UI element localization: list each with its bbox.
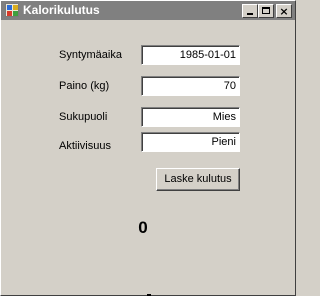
birthdate-field[interactable]	[141, 45, 240, 65]
activity-label: Aktiivisuus	[59, 140, 111, 152]
gender-label: Sukupuoli	[59, 111, 108, 123]
window-title: Kalorikulutus	[23, 3, 100, 17]
maximize-icon	[262, 7, 270, 14]
birthdate-label: Syntymäaika	[59, 49, 122, 61]
close-icon: ×	[279, 5, 289, 18]
weight-field[interactable]	[141, 76, 240, 96]
close-button[interactable]: ×	[276, 4, 292, 18]
gender-field[interactable]	[141, 107, 240, 127]
minimize-button[interactable]	[242, 4, 258, 18]
activity-field[interactable]	[141, 132, 240, 152]
main-window: Kalorikulutus × Syntymäaika Paino (kg) S…	[0, 0, 296, 296]
result-value: 0	[138, 218, 148, 237]
minimize-icon	[247, 13, 253, 15]
title-bar[interactable]: Kalorikulutus ×	[1, 1, 295, 20]
calculate-button[interactable]: Laske kulutus	[156, 168, 240, 191]
maximize-button[interactable]	[258, 4, 274, 18]
weight-label: Paino (kg)	[59, 80, 110, 92]
app-icon[interactable]	[5, 3, 19, 17]
